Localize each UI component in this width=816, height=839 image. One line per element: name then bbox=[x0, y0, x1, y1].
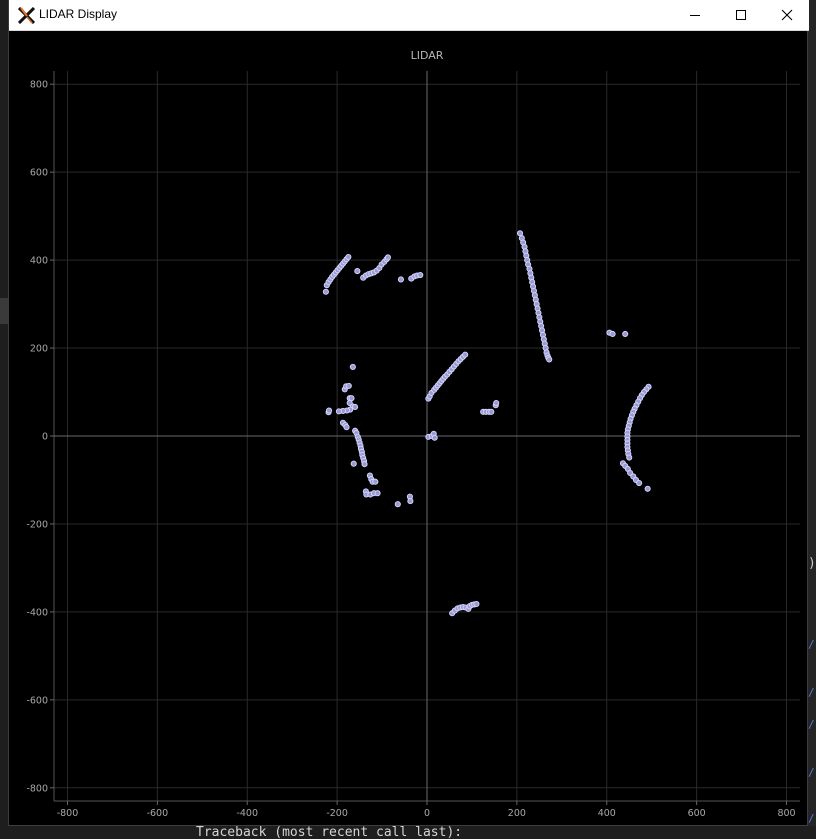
lidar-point bbox=[407, 498, 414, 505]
minimize-button[interactable] bbox=[672, 0, 718, 30]
lidar-point bbox=[644, 485, 651, 492]
y-tick-label: -800 bbox=[26, 783, 48, 794]
background-mark: / bbox=[808, 718, 815, 731]
y-tick-label: 200 bbox=[30, 344, 48, 355]
title-bar[interactable]: LIDAR Display bbox=[9, 0, 809, 31]
lidar-point bbox=[636, 480, 643, 487]
lidar-point bbox=[345, 253, 352, 261]
background-terminal: Traceback (most recent call last): bbox=[0, 826, 816, 839]
y-tick-label: 0 bbox=[42, 432, 48, 443]
lidar-point bbox=[325, 407, 333, 414]
x-tick-label: 200 bbox=[508, 808, 526, 819]
lidar-window[interactable]: LIDAR Display LIDAR -800 -600 -400 -200 0 200… bbox=[8, 0, 809, 826]
x-tick-label: 400 bbox=[598, 808, 616, 819]
x-tick-label: 600 bbox=[688, 808, 706, 819]
x-tick-label: 0 bbox=[424, 808, 430, 819]
lidar-point bbox=[473, 600, 480, 608]
lidar-point bbox=[374, 490, 381, 497]
x-tick-label: 800 bbox=[777, 808, 795, 819]
lidar-point bbox=[397, 276, 404, 283]
lidar-point bbox=[493, 399, 500, 407]
lidar-scatter-plot[interactable]: LIDAR -800 -600 -400 -200 0 200 400 600 800-800-… bbox=[9, 31, 807, 825]
minimize-icon bbox=[690, 15, 700, 16]
background-mark: / bbox=[808, 766, 815, 779]
lidar-point bbox=[372, 478, 379, 485]
terminal-traceback-text: Traceback (most recent call last): bbox=[196, 826, 463, 839]
lidar-point bbox=[626, 454, 633, 461]
x-tick-label: -200 bbox=[326, 808, 348, 819]
lidar-point bbox=[609, 330, 616, 338]
lidar-point bbox=[394, 501, 401, 508]
lidar-point bbox=[417, 271, 424, 279]
x-tick-label: -800 bbox=[57, 808, 79, 819]
background-mark: / bbox=[808, 638, 815, 651]
y-tick-label: -600 bbox=[26, 695, 48, 706]
x-tick-label: -600 bbox=[147, 808, 169, 819]
maximize-button[interactable] bbox=[718, 0, 764, 30]
background-mark: / bbox=[808, 686, 815, 699]
background-bracket: ) bbox=[808, 556, 816, 571]
lidar-point bbox=[322, 288, 329, 295]
x-tick-label: -400 bbox=[236, 808, 258, 819]
lidar-point bbox=[488, 408, 495, 415]
background-strip bbox=[0, 298, 8, 324]
lidar-point bbox=[431, 434, 438, 441]
lidar-point bbox=[546, 356, 553, 363]
lidar-point bbox=[350, 460, 357, 467]
y-tick-label: 800 bbox=[30, 80, 48, 91]
maximize-icon bbox=[736, 10, 746, 20]
lidar-point bbox=[354, 268, 361, 275]
y-tick-label: -400 bbox=[26, 607, 48, 618]
scatter-points bbox=[322, 230, 652, 617]
lidar-point bbox=[349, 363, 356, 371]
background-editor-left bbox=[0, 0, 8, 839]
lidar-point bbox=[345, 382, 352, 389]
background-editor-right: ) / / / / / bbox=[808, 0, 816, 839]
close-button[interactable] bbox=[764, 0, 810, 30]
y-tick-label: -200 bbox=[26, 519, 48, 530]
app-x-icon bbox=[18, 7, 35, 24]
lidar-point bbox=[462, 351, 469, 358]
plot-axes bbox=[50, 71, 800, 805]
lidar-point bbox=[361, 461, 368, 468]
background-mark: / bbox=[808, 812, 815, 825]
window-title: LIDAR Display bbox=[39, 7, 118, 21]
lidar-point bbox=[622, 330, 629, 338]
lidar-point bbox=[335, 408, 342, 415]
lidar-point bbox=[343, 424, 350, 431]
chart-title: LIDAR bbox=[411, 49, 444, 62]
close-icon bbox=[781, 9, 793, 21]
y-tick-label: 400 bbox=[30, 256, 48, 267]
lidar-point bbox=[384, 254, 391, 261]
y-tick-label: 600 bbox=[30, 168, 48, 179]
lidar-point bbox=[352, 403, 359, 411]
tick-labels: -800 -600 -400 -200 0 200 400 600 800 -800 -600 -40… bbox=[26, 80, 795, 819]
